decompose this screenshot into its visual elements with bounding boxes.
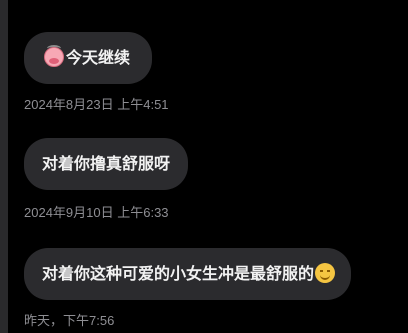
conversation-left-rail — [0, 0, 8, 333]
angry-cow-face-icon — [44, 45, 64, 67]
message-timestamp: 昨天，下午7:56 — [24, 313, 115, 328]
message-timestamp: 2024年8月23日 上午4:51 — [24, 97, 169, 112]
message-timestamp: 2024年9月10日 上午6:33 — [24, 205, 169, 220]
message-text: 对着你撸真舒服呀 — [42, 154, 171, 173]
message-text: 对着你这种可爱的小女生冲是最舒服的 — [42, 264, 315, 283]
smiling-face-icon — [315, 263, 336, 283]
message-bubble[interactable]: 今天继续 — [24, 32, 153, 84]
message-text: 今天继续 — [66, 48, 131, 67]
message-bubble[interactable]: 对着你撸真舒服呀 — [24, 138, 189, 190]
message-bubble[interactable]: 对着你这种可爱的小女生冲是最舒服的 — [24, 248, 352, 300]
